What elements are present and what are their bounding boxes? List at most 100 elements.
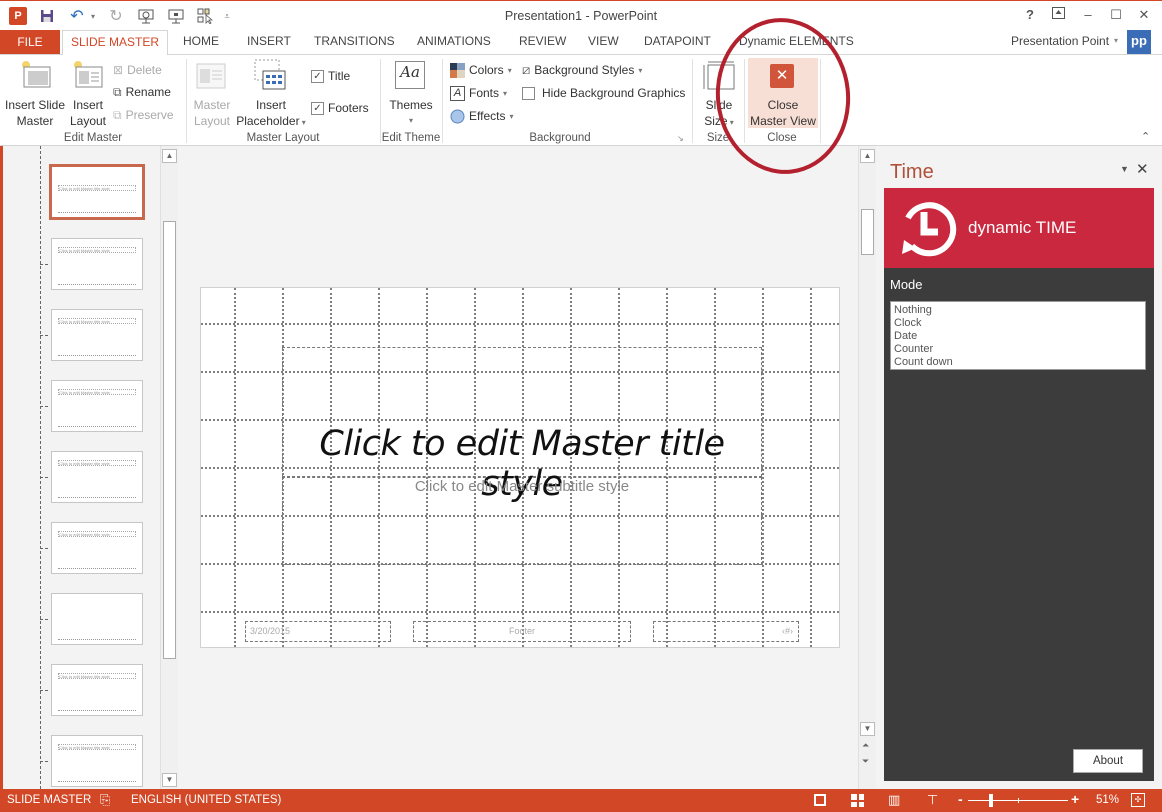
- group-label-size: Size: [706, 132, 730, 144]
- scroll-down-button[interactable]: ▼: [860, 722, 875, 736]
- slide-scrollbar[interactable]: ▲ ▼ ⏶ ⏷: [858, 146, 876, 789]
- preserve-button[interactable]: ⧉ Preserve: [113, 106, 174, 124]
- reading-view-icon[interactable]: ▥: [888, 792, 900, 808]
- task-pane-close-icon[interactable]: ✕: [1136, 160, 1149, 178]
- footer-placeholder[interactable]: Footer: [413, 621, 631, 642]
- footers-check-icon[interactable]: ✓: [311, 101, 324, 115]
- slide-sorter-view-icon[interactable]: [851, 794, 864, 807]
- date-placeholder[interactable]: 3/20/2015: [245, 621, 391, 642]
- ribbon-display-options-button[interactable]: [1048, 7, 1068, 22]
- title-checkbox[interactable]: ✓ Title: [311, 67, 350, 85]
- account-avatar[interactable]: pp: [1127, 30, 1151, 54]
- slide-thumbnail[interactable]: Click to edit Master title style: [49, 164, 145, 220]
- close-window-button[interactable]: ✕: [1134, 7, 1154, 23]
- slide-thumbnail[interactable]: Click to edit Master title style: [51, 238, 143, 290]
- account-name[interactable]: Presentation Point: [1011, 34, 1109, 54]
- fonts-button[interactable]: A Fonts ▾: [450, 84, 507, 102]
- close-master-view-button[interactable]: ✕ Close Master View: [748, 58, 818, 128]
- slide-number-placeholder[interactable]: ‹#›: [653, 621, 799, 642]
- background-styles-button[interactable]: ⧄ Background Styles ▾: [522, 61, 642, 79]
- thumbnail-footer: [58, 497, 136, 499]
- hide-background-graphics-check[interactable]: [522, 86, 535, 100]
- thumbnails-scrollbar[interactable]: ▲ ▼: [160, 146, 178, 789]
- task-pane-options-icon[interactable]: ▼: [1120, 164, 1129, 174]
- mode-option[interactable]: Counter: [894, 343, 1142, 356]
- slide-thumbnail[interactable]: Click to edit Master title style: [51, 522, 143, 574]
- about-button[interactable]: About: [1073, 749, 1143, 773]
- tab-insert[interactable]: INSERT: [247, 34, 291, 54]
- insert-placeholder-icon: [254, 59, 286, 90]
- grid-guide-horizontal: [201, 611, 839, 613]
- collapse-ribbon-icon[interactable]: ⌃: [1141, 130, 1150, 143]
- title-check-icon[interactable]: ✓: [311, 69, 324, 83]
- fit-slide-to-window-icon[interactable]: ✣: [1131, 793, 1145, 807]
- tab-dynamic-elements[interactable]: Dynamic ELEMENTS: [739, 34, 854, 54]
- zoom-slider-thumb[interactable]: [988, 794, 993, 807]
- language-status[interactable]: ENGLISH (UNITED STATES): [131, 794, 281, 806]
- slide-thumbnail[interactable]: Click to edit Master title style: [51, 664, 143, 716]
- fonts-icon: A: [450, 85, 465, 101]
- scroll-thumb[interactable]: [861, 209, 874, 255]
- insert-layout-icon: [74, 61, 103, 88]
- zoom-percent[interactable]: 51%: [1096, 794, 1119, 806]
- slide-master-canvas[interactable]: Click to edit Master title style Click t…: [200, 287, 840, 648]
- hide-background-graphics-checkbox[interactable]: Hide Background Graphics: [522, 84, 685, 102]
- slide-size-button[interactable]: Slide Size ▾: [696, 59, 742, 129]
- slide-thumbnail[interactable]: Click to edit Master title style: [51, 451, 143, 503]
- insert-placeholder-button[interactable]: Insert Placeholder ▾: [234, 59, 308, 129]
- format-background-launcher-icon[interactable]: ↘: [677, 134, 684, 143]
- insert-layout-button[interactable]: Insert Layout: [66, 59, 110, 129]
- slide-thumbnail[interactable]: Click to edit Master title style: [51, 309, 143, 361]
- slide-thumbnail[interactable]: Click to edit Master title style: [51, 380, 143, 432]
- scroll-thumb[interactable]: [163, 221, 176, 659]
- delete-button[interactable]: ⊠ Delete: [113, 61, 162, 79]
- insert-slide-master-button[interactable]: Insert Slide Master: [4, 59, 66, 129]
- tab-datapoint[interactable]: DATAPOINT: [644, 34, 711, 54]
- tab-home[interactable]: HOME: [183, 34, 219, 54]
- slide-show-view-icon[interactable]: ⊤: [927, 792, 938, 808]
- master-layout-button[interactable]: Master Layout: [190, 59, 234, 129]
- thumbnail-footer: [58, 710, 136, 712]
- layout-connector: [40, 690, 48, 691]
- minimize-button[interactable]: –: [1078, 7, 1098, 22]
- mode-option[interactable]: Count down: [894, 356, 1142, 369]
- tab-slide-master[interactable]: SLIDE MASTER: [62, 30, 168, 55]
- scroll-up-button[interactable]: ▲: [162, 149, 177, 163]
- mode-option[interactable]: Clock: [894, 317, 1142, 330]
- effects-button[interactable]: Effects ▾: [450, 107, 513, 125]
- zoom-out-button[interactable]: -: [958, 791, 963, 807]
- layout-connector: [40, 548, 48, 549]
- help-button[interactable]: ?: [1020, 7, 1040, 22]
- slide-thumbnail[interactable]: Click to edit Master title style: [51, 735, 143, 787]
- account-dropdown-icon[interactable]: ▾: [1114, 34, 1118, 54]
- group-label-close: Close: [767, 132, 797, 144]
- mode-option[interactable]: Nothing: [894, 304, 1142, 317]
- tab-review[interactable]: REVIEW: [519, 34, 566, 54]
- group-label-edit-master: Edit Master: [63, 132, 123, 144]
- rename-button[interactable]: ⧉ Rename: [113, 83, 171, 101]
- zoom-in-button[interactable]: +: [1071, 791, 1079, 807]
- clock-refresh-icon: [902, 202, 957, 257]
- maximize-button[interactable]: ☐: [1106, 7, 1126, 23]
- thumbnail-title: Click to edit Master title style: [58, 531, 136, 537]
- slide-thumbnail[interactable]: [51, 593, 143, 645]
- spelling-check-icon[interactable]: ⎘: [100, 792, 110, 808]
- scroll-down-button[interactable]: ▼: [162, 773, 177, 787]
- footers-checkbox[interactable]: ✓ Footers: [311, 99, 369, 117]
- previous-slide-button[interactable]: ⏶: [862, 740, 869, 751]
- tab-view[interactable]: VIEW: [588, 34, 619, 54]
- next-slide-button[interactable]: ⏷: [862, 756, 869, 767]
- themes-icon: Aa: [395, 61, 425, 89]
- tab-animations[interactable]: ANIMATIONS: [417, 34, 491, 54]
- colors-button[interactable]: Colors ▾: [450, 61, 512, 79]
- tab-transitions[interactable]: TRANSITIONS: [314, 34, 395, 54]
- master-subtitle-text[interactable]: Click to edit Master subtitle style: [282, 478, 762, 495]
- themes-button[interactable]: Aa Themes ▾: [384, 59, 438, 129]
- mode-option[interactable]: Date: [894, 330, 1142, 343]
- tab-file[interactable]: FILE: [0, 30, 60, 54]
- scroll-up-button[interactable]: ▲: [860, 149, 875, 163]
- layout-connector: [40, 264, 48, 265]
- normal-view-icon[interactable]: [814, 794, 826, 806]
- mode-listbox[interactable]: Nothing Clock Date Counter Count down: [890, 301, 1146, 370]
- thumbnail-title: Click to edit Master title style: [58, 673, 136, 679]
